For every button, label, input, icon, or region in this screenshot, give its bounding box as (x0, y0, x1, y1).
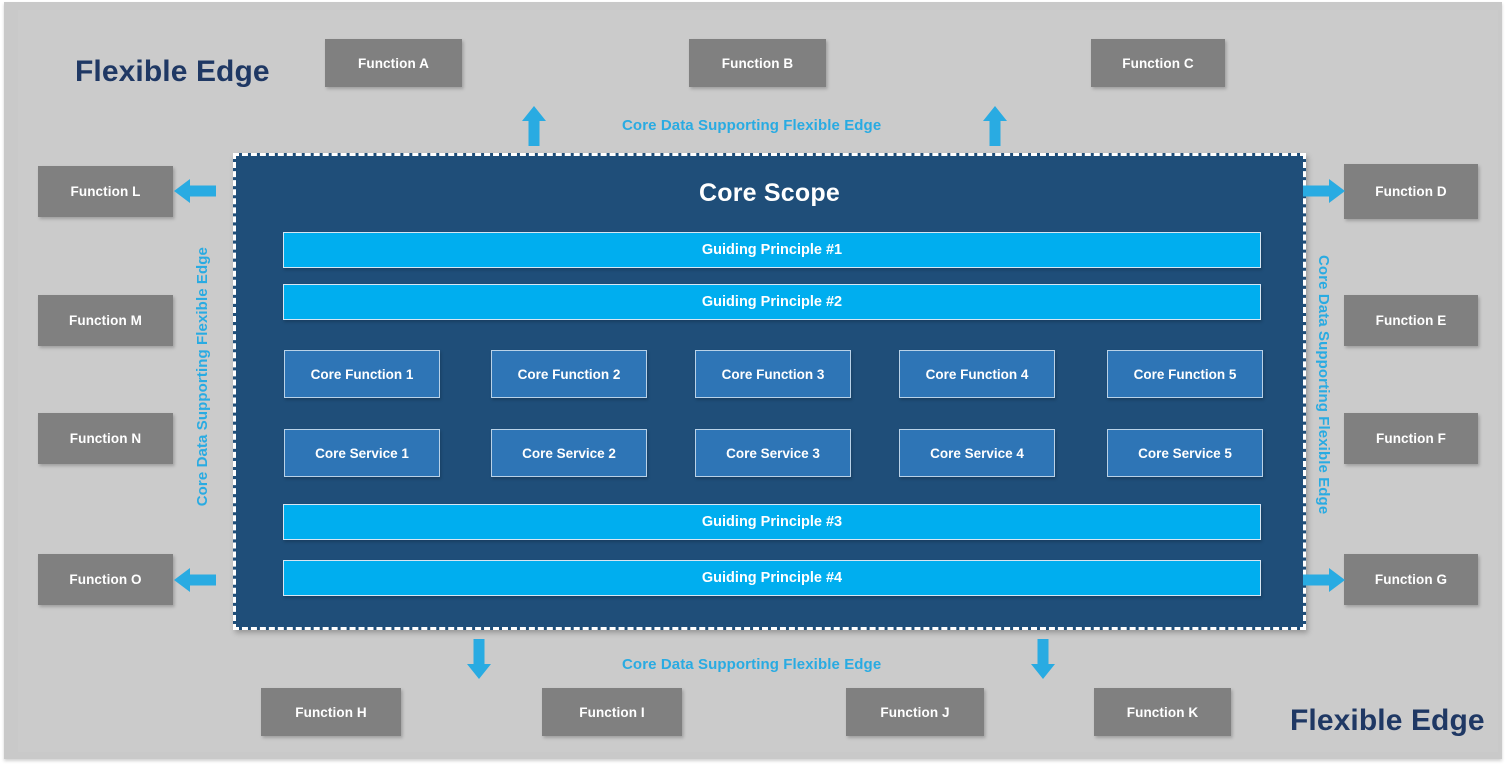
core-service-4-label: Core Service 4 (930, 445, 1024, 461)
arrow-left-top-icon (174, 178, 216, 204)
function-box-a[interactable]: Function A (325, 39, 462, 87)
function-box-e[interactable]: Function E (1344, 295, 1478, 346)
function-box-f[interactable]: Function F (1344, 413, 1478, 464)
core-function-2-label: Core Function 2 (517, 366, 621, 382)
function-box-k-label: Function K (1126, 704, 1199, 720)
function-box-g[interactable]: Function G (1344, 554, 1478, 605)
function-box-e-label: Function E (1375, 313, 1447, 328)
diagram-outer-frame: Flexible Edge Flexible Edge Function A F… (4, 2, 1502, 759)
function-box-i[interactable]: Function I (542, 688, 682, 736)
core-scope-title: Core Scope (699, 179, 840, 207)
function-box-c[interactable]: Function C (1091, 39, 1225, 87)
function-box-k[interactable]: Function K (1094, 688, 1231, 736)
core-function-1[interactable]: Core Function 1 (284, 350, 440, 398)
core-data-flow-label-top: Core Data Supporting Flexible Edge (622, 117, 882, 134)
core-data-flow-label-right: Core Data Supporting Flexible Edge (1315, 255, 1332, 515)
core-service-3-label: Core Service 3 (726, 445, 820, 461)
guiding-principle-4-label: Guiding Principle #4 (701, 570, 843, 586)
guiding-principle-3[interactable]: Guiding Principle #3 (283, 504, 1261, 540)
arrow-left-bottom-icon (174, 567, 216, 593)
function-box-a-label: Function A (358, 55, 429, 71)
guiding-principle-4[interactable]: Guiding Principle #4 (283, 560, 1261, 596)
function-box-b-label: Function B (721, 55, 794, 71)
core-function-5-label: Core Function 5 (1133, 366, 1237, 382)
function-box-m[interactable]: Function M (38, 295, 173, 346)
flexible-edge-title-bottom-right: Flexible Edge (1290, 704, 1485, 737)
core-service-1[interactable]: Core Service 1 (284, 429, 440, 477)
core-function-2[interactable]: Core Function 2 (491, 350, 647, 398)
core-service-1-label: Core Service 1 (315, 445, 409, 461)
arrow-right-top-icon (1303, 178, 1345, 204)
core-service-5-label: Core Service 5 (1138, 445, 1232, 461)
core-function-3[interactable]: Core Function 3 (695, 350, 851, 398)
core-service-4[interactable]: Core Service 4 (899, 429, 1055, 477)
function-box-b[interactable]: Function B (689, 39, 826, 87)
arrow-down-right-icon (1030, 639, 1056, 679)
core-service-2-label: Core Service 2 (522, 445, 616, 461)
guiding-principle-3-label: Guiding Principle #3 (701, 514, 843, 530)
arrow-down-left-icon (466, 639, 492, 679)
function-box-d-label: Function D (1375, 184, 1447, 199)
function-box-g-label: Function G (1374, 572, 1448, 587)
function-box-h[interactable]: Function H (261, 688, 401, 736)
core-function-3-label: Core Function 3 (721, 366, 825, 382)
function-box-h-label: Function H (295, 704, 367, 720)
core-function-4-label: Core Function 4 (925, 366, 1029, 382)
core-data-flow-label-bottom: Core Data Supporting Flexible Edge (622, 656, 882, 673)
arrow-up-left-icon (521, 106, 547, 146)
function-box-j[interactable]: Function J (846, 688, 984, 736)
guiding-principle-1[interactable]: Guiding Principle #1 (283, 232, 1261, 268)
core-service-3[interactable]: Core Service 3 (695, 429, 851, 477)
function-box-d[interactable]: Function D (1344, 164, 1478, 219)
function-box-n[interactable]: Function N (38, 413, 173, 464)
function-box-j-label: Function J (880, 704, 950, 720)
core-function-4[interactable]: Core Function 4 (899, 350, 1055, 398)
function-box-f-label: Function F (1376, 431, 1446, 446)
function-box-o[interactable]: Function O (38, 554, 173, 605)
core-service-2[interactable]: Core Service 2 (491, 429, 647, 477)
function-box-i-label: Function I (579, 704, 645, 720)
core-function-1-label: Core Function 1 (310, 366, 414, 382)
core-function-5[interactable]: Core Function 5 (1107, 350, 1263, 398)
flexible-edge-title-top-left: Flexible Edge (75, 55, 270, 88)
guiding-principle-1-label: Guiding Principle #1 (701, 242, 843, 258)
guiding-principle-2[interactable]: Guiding Principle #2 (283, 284, 1261, 320)
function-box-m-label: Function M (69, 313, 142, 328)
arrow-right-bottom-icon (1303, 567, 1345, 593)
guiding-principle-2-label: Guiding Principle #2 (701, 294, 843, 310)
core-scope-container: Core Scope Guiding Principle #1 Guiding … (233, 153, 1306, 630)
function-box-l[interactable]: Function L (38, 166, 173, 217)
diagram-canvas: Flexible Edge Flexible Edge Function A F… (0, 0, 1508, 779)
function-box-o-label: Function O (69, 572, 142, 587)
core-service-5[interactable]: Core Service 5 (1107, 429, 1263, 477)
function-box-n-label: Function N (69, 431, 142, 446)
function-box-l-label: Function L (70, 184, 141, 199)
core-data-flow-label-left: Core Data Supporting Flexible Edge (194, 247, 211, 507)
diagram-inner-panel: Flexible Edge Flexible Edge Function A F… (18, 10, 1498, 752)
arrow-up-right-icon (982, 106, 1008, 146)
function-box-c-label: Function C (1122, 55, 1194, 71)
